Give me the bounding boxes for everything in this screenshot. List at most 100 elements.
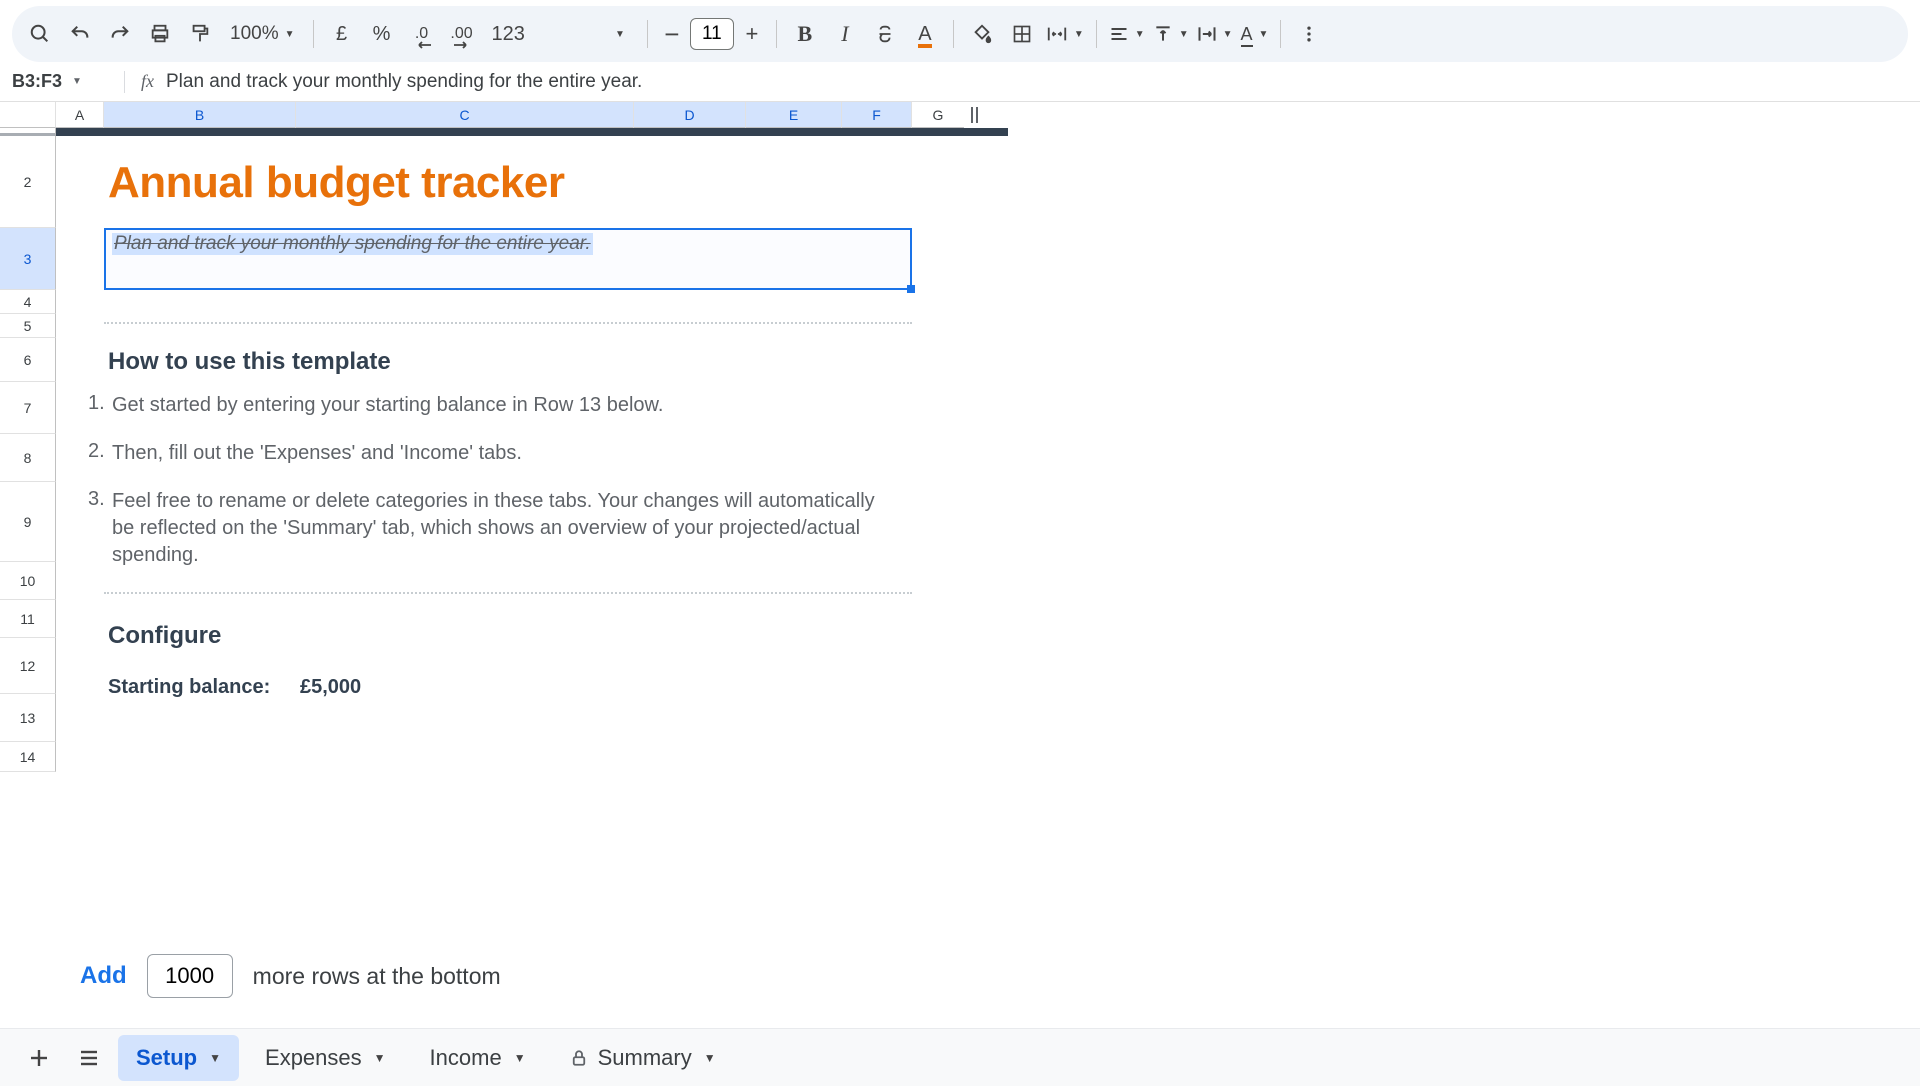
- row-header-6[interactable]: 6: [0, 338, 56, 382]
- column-header-e[interactable]: E: [746, 102, 842, 128]
- selection-handle[interactable]: [907, 285, 915, 293]
- tab-income[interactable]: Income ▼: [412, 1035, 544, 1081]
- name-box-value: B3:F3: [12, 71, 62, 92]
- bold-button[interactable]: B: [787, 16, 823, 52]
- tab-expenses[interactable]: Expenses ▼: [247, 1035, 404, 1081]
- howto-heading: How to use this template: [108, 348, 391, 376]
- tab-income-label: Income: [430, 1045, 502, 1071]
- chevron-down-icon: ▼: [615, 29, 625, 40]
- add-rows-bar: Add more rows at the bottom: [56, 938, 525, 1014]
- undo-icon[interactable]: [62, 16, 98, 52]
- step-3-number: 3.: [88, 488, 105, 511]
- increase-decimal-label: .00: [450, 25, 472, 42]
- tab-setup-label: Setup: [136, 1045, 197, 1071]
- borders-button[interactable]: [1004, 16, 1040, 52]
- chevron-down-icon: ▼: [704, 1051, 716, 1065]
- fx-icon: fx: [141, 71, 154, 92]
- search-icon[interactable]: [22, 16, 58, 52]
- redo-icon[interactable]: [102, 16, 138, 52]
- row-header-7[interactable]: 7: [0, 382, 56, 434]
- decrease-decimal-label: .0: [415, 25, 428, 42]
- row-header-14[interactable]: 14: [0, 742, 56, 772]
- header-band: [56, 128, 1008, 136]
- name-box[interactable]: B3:F3 ▼: [12, 71, 118, 92]
- sheet-title: Annual budget tracker: [108, 158, 564, 208]
- separator: [313, 20, 314, 48]
- chevron-down-icon: ▼: [1135, 29, 1145, 40]
- horizontal-align-button[interactable]: ▼: [1107, 24, 1147, 44]
- row-header-2[interactable]: 2: [0, 136, 56, 228]
- column-header-b[interactable]: B: [104, 102, 296, 128]
- italic-button[interactable]: I: [827, 16, 863, 52]
- row-header-4[interactable]: 4: [0, 290, 56, 314]
- select-all-corner[interactable]: [0, 102, 56, 128]
- row-header-5[interactable]: 5: [0, 314, 56, 338]
- add-rows-input[interactable]: [147, 954, 233, 998]
- column-resize-handle[interactable]: [964, 102, 984, 128]
- chevron-down-icon: ▼: [285, 29, 295, 40]
- sheet-canvas[interactable]: Annual budget tracker Plan and track you…: [56, 128, 1920, 772]
- font-dropdown[interactable]: ▼: [601, 16, 637, 52]
- font-size-decrease[interactable]: −: [658, 16, 686, 52]
- sheet-tabs-bar: Setup ▼ Expenses ▼ Income ▼ Summary ▼: [0, 1028, 1920, 1086]
- text-color-button[interactable]: A: [907, 16, 943, 52]
- row-header-9[interactable]: 9: [0, 482, 56, 562]
- chevron-down-icon: ▼: [374, 1051, 386, 1065]
- zoom-dropdown[interactable]: 100% ▼: [222, 23, 303, 45]
- font-size-group: − +: [658, 16, 766, 52]
- column-header-f[interactable]: F: [842, 102, 912, 128]
- divider: [104, 592, 912, 594]
- add-sheet-button[interactable]: [18, 1037, 60, 1079]
- percent-button[interactable]: %: [364, 16, 400, 52]
- separator: [124, 71, 125, 93]
- increase-decimal-button[interactable]: .00: [444, 16, 480, 52]
- row-header-3[interactable]: 3: [0, 228, 56, 290]
- selected-cell[interactable]: Plan and track your monthly spending for…: [104, 228, 912, 290]
- separator: [776, 20, 777, 48]
- print-icon[interactable]: [142, 16, 178, 52]
- separator: [647, 20, 648, 48]
- chevron-down-icon: ▼: [1259, 29, 1269, 40]
- more-icon[interactable]: [1291, 16, 1327, 52]
- column-header-a[interactable]: A: [56, 102, 104, 128]
- row-header-1[interactable]: [0, 128, 56, 136]
- spreadsheet-grid: A B C D E F G 2 3 4 5 6 7 8 9 10 11 12 1…: [0, 102, 1920, 1022]
- column-header-d[interactable]: D: [634, 102, 746, 128]
- tab-expenses-label: Expenses: [265, 1045, 362, 1071]
- column-header-g[interactable]: G: [912, 102, 964, 128]
- text-wrap-button[interactable]: ▼: [1195, 24, 1235, 44]
- row-header-10[interactable]: 10: [0, 562, 56, 600]
- separator: [953, 20, 954, 48]
- font-size-increase[interactable]: +: [738, 16, 766, 52]
- text-rotation-button[interactable]: A ▼: [1239, 24, 1271, 45]
- font-size-input[interactable]: [690, 18, 734, 50]
- paint-format-icon[interactable]: [182, 16, 218, 52]
- row-header-12[interactable]: 12: [0, 638, 56, 694]
- tab-summary[interactable]: Summary ▼: [552, 1035, 734, 1081]
- chevron-down-icon: ▼: [72, 76, 82, 87]
- formula-input[interactable]: Plan and track your monthly spending for…: [166, 71, 642, 93]
- starting-balance-label: Starting balance:: [108, 676, 270, 699]
- chevron-down-icon: ▼: [1223, 29, 1233, 40]
- row-header-8[interactable]: 8: [0, 434, 56, 482]
- decrease-decimal-button[interactable]: .0: [404, 16, 440, 52]
- vertical-align-button[interactable]: ▼: [1151, 24, 1191, 44]
- chevron-down-icon: ▼: [209, 1051, 221, 1065]
- strikethrough-button[interactable]: [867, 16, 903, 52]
- all-sheets-button[interactable]: [68, 1037, 110, 1079]
- add-rows-button[interactable]: Add: [80, 962, 127, 990]
- configure-heading: Configure: [108, 622, 221, 650]
- separator: [1280, 20, 1281, 48]
- row-header-13[interactable]: 13: [0, 694, 56, 742]
- row-header-11[interactable]: 11: [0, 600, 56, 638]
- column-header-c[interactable]: C: [296, 102, 634, 128]
- row-headers: 2 3 4 5 6 7 8 9 10 11 12 13 14: [0, 128, 56, 772]
- tab-setup[interactable]: Setup ▼: [118, 1035, 239, 1081]
- merge-cells-button[interactable]: ▼: [1044, 23, 1086, 45]
- fill-color-button[interactable]: [964, 16, 1000, 52]
- chevron-down-icon: ▼: [1074, 29, 1084, 40]
- currency-button[interactable]: £: [324, 16, 360, 52]
- starting-balance-value: £5,000: [300, 676, 361, 699]
- zoom-label: 100%: [230, 23, 279, 45]
- format-123-button[interactable]: 123: [484, 23, 533, 46]
